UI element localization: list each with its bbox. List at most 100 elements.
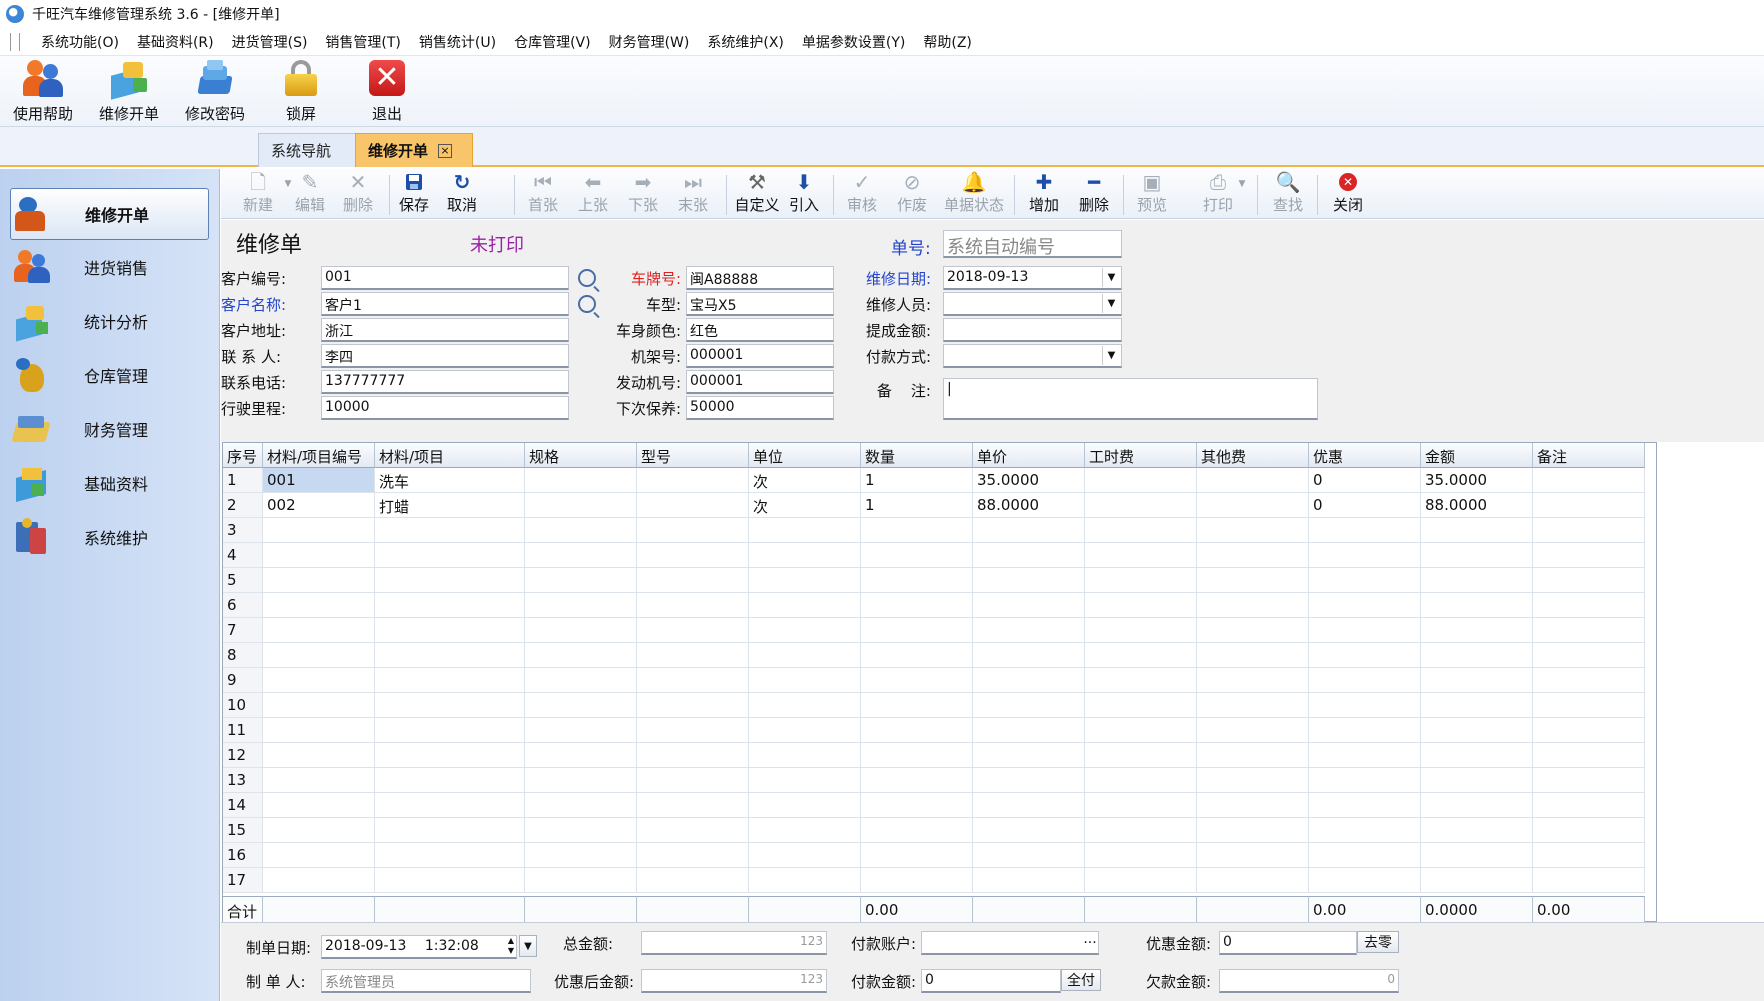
row-number[interactable]: 3 [223, 518, 263, 543]
column-header-qty[interactable]: 数量 [861, 443, 973, 468]
column-header-item-name[interactable]: 材料/项目 [375, 443, 525, 468]
grid-cell-unit-price[interactable] [973, 843, 1085, 868]
first-record-button[interactable]: ⏮ 首张 [526, 171, 560, 217]
grid-cell-spec[interactable] [525, 868, 637, 893]
row-number[interactable]: 13 [223, 768, 263, 793]
grid-cell-item-name[interactable] [375, 668, 525, 693]
grid-cell-labor-fee[interactable] [1085, 668, 1197, 693]
grid-cell-labor-fee[interactable] [1085, 843, 1197, 868]
grid-cell-discount[interactable] [1309, 818, 1421, 843]
sidebar-item-repair-order[interactable]: 维修开单 [10, 188, 209, 240]
grid-cell-amount[interactable] [1421, 643, 1533, 668]
customer-code-lookup-icon[interactable] [578, 269, 596, 287]
grid-cell-labor-fee[interactable] [1085, 518, 1197, 543]
grid-cell-qty[interactable] [861, 693, 973, 718]
grid-cell-amount[interactable] [1421, 843, 1533, 868]
grid-cell-remark[interactable] [1533, 768, 1645, 793]
column-header-amount[interactable]: 金额 [1421, 443, 1533, 468]
grid-cell-amount[interactable] [1421, 743, 1533, 768]
grid-cell-unit[interactable] [749, 643, 861, 668]
grid-cell-other-fee[interactable] [1197, 568, 1309, 593]
grid-cell-labor-fee[interactable] [1085, 768, 1197, 793]
grid-cell-amount[interactable] [1421, 818, 1533, 843]
grid-cell-item-name[interactable] [375, 768, 525, 793]
grid-cell-qty[interactable] [861, 568, 973, 593]
grid-cell-labor-fee[interactable] [1085, 793, 1197, 818]
grid-cell-item-name[interactable] [375, 843, 525, 868]
grid-cell-model[interactable] [637, 543, 749, 568]
menu-system[interactable]: 系统功能(O) [32, 32, 128, 52]
add-row-button[interactable]: ✚ 增加 [1027, 171, 1061, 217]
grid-cell-spec[interactable] [525, 543, 637, 568]
tab-system-nav[interactable]: 系统导航 [258, 133, 356, 167]
chevron-down-icon[interactable]: ▼ [1102, 294, 1120, 313]
owed-field[interactable]: 0 [1219, 969, 1399, 993]
grid-cell-discount[interactable] [1309, 768, 1421, 793]
grid-cell-unit[interactable] [749, 843, 861, 868]
grid-cell-spec[interactable] [525, 493, 637, 518]
grid-cell-remark[interactable] [1533, 793, 1645, 818]
row-number[interactable]: 8 [223, 643, 263, 668]
grid-cell-item-name[interactable] [375, 543, 525, 568]
grid-cell-model[interactable] [637, 468, 749, 493]
sidebar-item-purchase-sales[interactable]: 进货销售 [10, 242, 209, 292]
grid-cell-unit[interactable] [749, 518, 861, 543]
grid-cell-spec[interactable] [525, 668, 637, 693]
grid-cell-item-code[interactable] [263, 768, 375, 793]
grid-cell-amount[interactable]: 88.0000 [1421, 493, 1533, 518]
model-field[interactable]: 宝马X5 [686, 292, 834, 316]
grid-cell-amount[interactable] [1421, 768, 1533, 793]
total-field[interactable]: 123 [641, 931, 827, 955]
import-button[interactable]: ⬇ 引入 [787, 171, 821, 217]
grid-cell-amount[interactable]: 35.0000 [1421, 468, 1533, 493]
commission-field[interactable] [943, 318, 1122, 342]
grid-cell-amount[interactable] [1421, 618, 1533, 643]
grid-cell-unit[interactable] [749, 718, 861, 743]
created-datetime-field[interactable]: 2018-09-13 1:32:08 ▲ ▼ [321, 935, 517, 959]
grid-cell-amount[interactable] [1421, 718, 1533, 743]
grid-cell-unit-price[interactable] [973, 568, 1085, 593]
menu-purchase[interactable]: 进货管理(S) [223, 32, 317, 52]
grid-cell-qty[interactable] [861, 593, 973, 618]
grid-cell-unit[interactable] [749, 818, 861, 843]
grid-cell-unit-price[interactable] [973, 668, 1085, 693]
grid-cell-item-code[interactable]: 001 [263, 468, 375, 493]
grid-cell-unit[interactable] [749, 618, 861, 643]
grid-cell-other-fee[interactable] [1197, 843, 1309, 868]
grid-cell-model[interactable] [637, 493, 749, 518]
grid-cell-spec[interactable] [525, 768, 637, 793]
next-service-field[interactable]: 50000 [686, 396, 834, 420]
grid-cell-qty[interactable] [861, 718, 973, 743]
grid-cell-remark[interactable] [1533, 643, 1645, 668]
find-button[interactable]: 🔍 查找 [1271, 171, 1305, 217]
row-number[interactable]: 4 [223, 543, 263, 568]
grid-cell-other-fee[interactable] [1197, 643, 1309, 668]
grid-cell-amount[interactable] [1421, 543, 1533, 568]
grid-cell-item-code[interactable] [263, 643, 375, 668]
grid-cell-unit-price[interactable] [973, 818, 1085, 843]
grid-cell-unit-price[interactable] [973, 618, 1085, 643]
grid-cell-labor-fee[interactable] [1085, 593, 1197, 618]
grid-cell-item-name[interactable] [375, 718, 525, 743]
grid-cell-discount[interactable] [1309, 543, 1421, 568]
grid-cell-other-fee[interactable] [1197, 693, 1309, 718]
grid-cell-other-fee[interactable] [1197, 668, 1309, 693]
column-header-remark[interactable]: 备注 [1533, 443, 1645, 468]
grid-cell-item-name[interactable] [375, 743, 525, 768]
grid-cell-spec[interactable] [525, 793, 637, 818]
grid-cell-item-name[interactable] [375, 793, 525, 818]
round-off-button[interactable]: 去零 [1357, 931, 1399, 953]
grid-cell-remark[interactable] [1533, 868, 1645, 893]
time-spinner-icon[interactable]: ▲ ▼ [508, 936, 514, 956]
grid-cell-discount[interactable] [1309, 618, 1421, 643]
grid-cell-item-name[interactable] [375, 818, 525, 843]
sidebar-item-system-maintenance[interactable]: 系统维护 [10, 512, 209, 562]
grid-cell-item-name[interactable] [375, 518, 525, 543]
grid-cell-other-fee[interactable] [1197, 868, 1309, 893]
grid-cell-other-fee[interactable] [1197, 718, 1309, 743]
column-header-unit[interactable]: 单位 [749, 443, 861, 468]
grid-cell-unit[interactable] [749, 593, 861, 618]
grid-cell-labor-fee[interactable] [1085, 718, 1197, 743]
column-header-other-fee[interactable]: 其他费 [1197, 443, 1309, 468]
grid-cell-discount[interactable] [1309, 693, 1421, 718]
